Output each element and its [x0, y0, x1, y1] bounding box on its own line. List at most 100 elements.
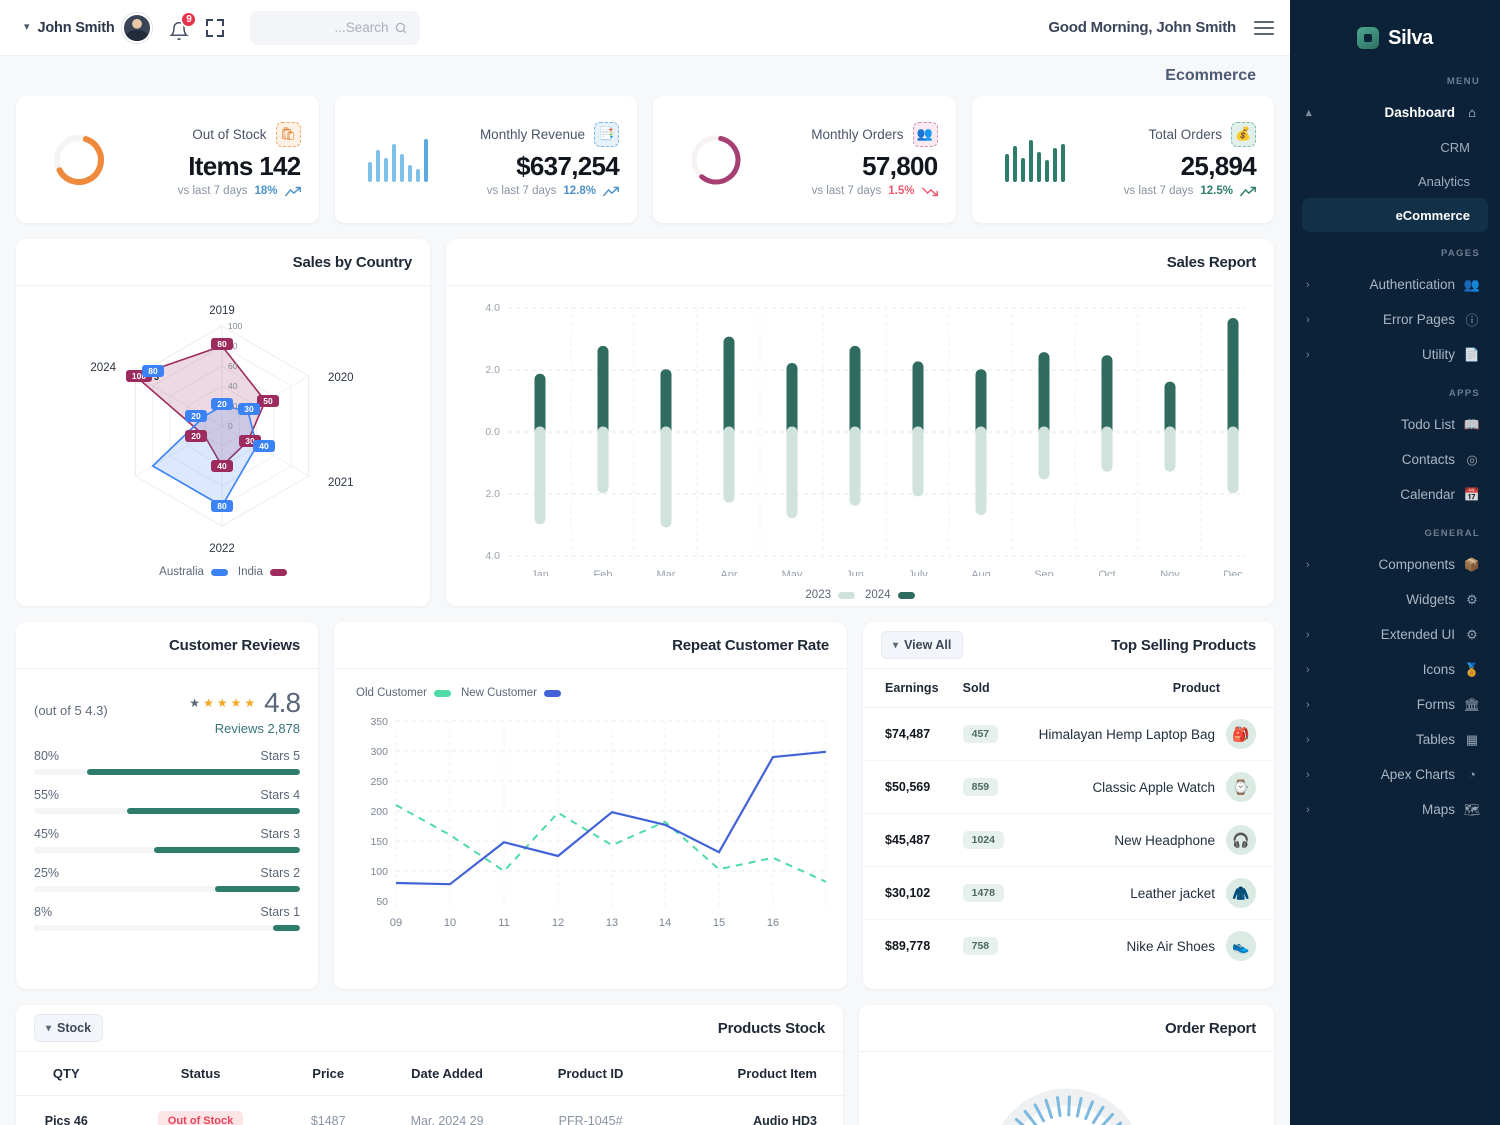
svg-text:80: 80	[148, 366, 158, 376]
kpi-label: Out of Stock	[192, 126, 267, 142]
svg-text:100: 100	[371, 866, 389, 878]
home-icon: ⌂	[1468, 105, 1476, 120]
reviews-count-label[interactable]: Reviews 2,878	[189, 721, 300, 736]
kpi-bars-monthly-revenue	[353, 138, 443, 182]
table-row[interactable]: $45,487 1024 New Headphone 🎧	[863, 813, 1274, 867]
sales-report-header: Sales Report	[446, 239, 1274, 286]
map-icon: 🗺	[1463, 801, 1481, 817]
rating-pct-label: 8%	[34, 905, 53, 919]
sidebar-item-maps[interactable]: › Maps 🗺	[1290, 792, 1500, 827]
product-name: Himalayan Hemp Laptop Bag	[1038, 726, 1215, 742]
svg-text:2.0: 2.0	[485, 364, 500, 376]
sidebar-item-analytics[interactable]: Analytics	[1290, 164, 1500, 198]
user-menu[interactable]: ▾ John Smith	[24, 12, 153, 43]
users-icon: 👥	[1463, 276, 1481, 292]
product-thumbnail: 🎒	[1226, 719, 1256, 749]
breadcrumb-label: Ecommerce	[1165, 67, 1256, 84]
rating-pct-label: 80%	[34, 749, 60, 763]
alert-circle-icon: ⓘ	[1465, 313, 1479, 328]
chevron-right-icon: ›	[1306, 803, 1310, 816]
trend-down-icon	[921, 187, 938, 196]
kpi-card-monthly-orders[interactable]: Monthly Orders 👥 57,800 vs last 7 days 1…	[653, 96, 956, 223]
svg-text:12: 12	[552, 917, 564, 929]
sidebar-item-crm[interactable]: CRM	[1290, 130, 1500, 164]
sidebar-item-forms[interactable]: › Forms 🏛	[1290, 687, 1500, 722]
kpi-card-monthly-revenue[interactable]: Monthly Revenue 📑 $637,254 vs last 7 day…	[334, 96, 637, 223]
fullscreen-icon[interactable]	[206, 18, 225, 37]
notifications-button[interactable]: 9	[166, 10, 198, 43]
chevron-right-icon: ›	[1306, 278, 1310, 291]
svg-text:0.0: 0.0	[485, 426, 500, 438]
repeat-rate-chart[interactable]: Old Customer New Customer 350 300 250 20…	[334, 669, 847, 989]
table-row[interactable]: $89,778 758 Nike Air Shoes 👟	[863, 920, 1274, 973]
sidebar-item-dashboard[interactable]: ▴ Dashboard ⌂	[1290, 95, 1500, 130]
cell-earnings: $89,778	[885, 939, 931, 953]
kpi-value: 25,894	[1180, 150, 1257, 181]
chevron-right-icon: ›	[1306, 733, 1310, 746]
bottom-row: Products Stock ▾ Stock QTY Status Price	[16, 1005, 1274, 1125]
svg-text:Apr: Apr	[720, 569, 737, 576]
sidebar-item-todo-list[interactable]: Todo List 📖	[1290, 407, 1500, 442]
sidebar-item-icons[interactable]: › Icons 🏅	[1290, 652, 1500, 687]
sidebar-item-apex-charts[interactable]: › Apex Charts ◔	[1290, 757, 1500, 792]
sidebar-item-utility[interactable]: › Utility 📄	[1290, 337, 1500, 372]
cell-sold: 1024	[952, 813, 1017, 867]
kpi-delta: 1.5%	[888, 185, 915, 198]
brand-logo[interactable]: Silva	[1290, 16, 1500, 60]
sidebar-item-components[interactable]: › Components 📦	[1290, 547, 1500, 582]
product-name: New Headphone	[1114, 832, 1215, 848]
chevron-down-icon: ▾	[893, 639, 899, 651]
cell-product-id: PFR-1045#	[522, 1095, 659, 1125]
sidebar-item-widgets[interactable]: Widgets ⚙	[1290, 582, 1500, 617]
card-title: Top Selling Products	[1111, 636, 1256, 654]
table-row[interactable]: Pics 46 Out of Stock $1487 Mar, 2024 29 …	[16, 1095, 843, 1125]
sidebar-item-contacts[interactable]: Contacts ◎	[1290, 442, 1500, 477]
card-title: Sales Report	[1166, 253, 1257, 271]
breadcrumb: Ecommerce	[0, 56, 1290, 96]
svg-text:Oct: Oct	[1098, 569, 1115, 576]
avatar[interactable]	[122, 12, 153, 43]
sidebar-item-error-pages[interactable]: › Error Pages ⓘ	[1290, 302, 1500, 337]
product-name: Leather jacket	[1130, 885, 1215, 901]
cell-product: Himalayan Hemp Laptop Bag 🎒	[1016, 707, 1274, 761]
menu-toggle-icon[interactable]	[1254, 20, 1274, 35]
product-thumbnail: 👟	[1226, 931, 1256, 961]
card-title: Customer Reviews	[169, 636, 301, 654]
customer-reviews-header: Customer Reviews	[16, 622, 319, 669]
search-input[interactable]: ...Search	[250, 10, 421, 45]
sales-report-legend: 2023 2024	[446, 581, 1274, 611]
kpi-text-out-of-stock: Out of Stock 🛍 Items 142 vs last 7 days …	[177, 121, 301, 198]
repeat-rate-legend: Old Customer New Customer	[334, 673, 847, 699]
svg-text:40: 40	[228, 381, 238, 391]
stock-filter-button[interactable]: ▾ Stock	[34, 1014, 104, 1042]
svg-text:50: 50	[376, 896, 388, 908]
sidebar-item-extended-ui[interactable]: › Extended UI ⚙	[1290, 617, 1500, 652]
product-thumbnail: 🎧	[1226, 825, 1256, 855]
kpi-donut-monthly-orders	[671, 123, 761, 197]
view-all-button[interactable]: ▾ View All	[881, 631, 964, 659]
sidebar-item-authentication[interactable]: › Authentication 👥	[1290, 267, 1500, 302]
radar-chart[interactable]: 100 80 60 40 20 0 80 50 30	[16, 286, 430, 606]
rating-progress-fill	[153, 847, 301, 853]
table-row[interactable]: $30,102 1478 Leather jacket 🧥	[863, 866, 1274, 920]
radar-legend: Australia India	[16, 566, 430, 588]
order-report-gauge[interactable]: 67%	[859, 1052, 1274, 1125]
table-row[interactable]: $74,487 457 Himalayan Hemp Laptop Bag 🎒	[863, 707, 1274, 761]
kpi-text-total-orders: Total Orders 💰 25,894 vs last 7 days 12.…	[1124, 121, 1257, 197]
sidebar-section-apps: APPS	[1448, 388, 1480, 399]
chevron-right-icon: ›	[1306, 348, 1310, 361]
sidebar-item-calendar[interactable]: Calendar 📅	[1290, 477, 1500, 512]
sidebar-item-tables[interactable]: › Tables ▦	[1290, 722, 1500, 757]
trend-up-icon	[284, 186, 301, 196]
legend-swatch	[838, 591, 855, 599]
sales-report-chart[interactable]: 4.0 2.0 0.0 2.0 4.0 Jan Feb Mar Apr May …	[446, 286, 1274, 606]
kpi-card-total-orders[interactable]: Total Orders 💰 25,894 vs last 7 days 12.…	[971, 96, 1274, 223]
money-bag-icon: 💰	[1231, 121, 1256, 147]
table-row[interactable]: $50,569 859 Classic Apple Watch ⌚	[863, 760, 1274, 814]
svg-text:4.0: 4.0	[485, 302, 500, 314]
kpi-sub-label: vs last 7 days	[177, 185, 248, 198]
order-report-card: Order Report	[859, 1005, 1274, 1125]
svg-text:14: 14	[659, 917, 671, 929]
sidebar-item-ecommerce[interactable]: eCommerce	[1302, 198, 1488, 232]
kpi-card-out-of-stock[interactable]: Out of Stock 🛍 Items 142 vs last 7 days …	[16, 96, 319, 223]
